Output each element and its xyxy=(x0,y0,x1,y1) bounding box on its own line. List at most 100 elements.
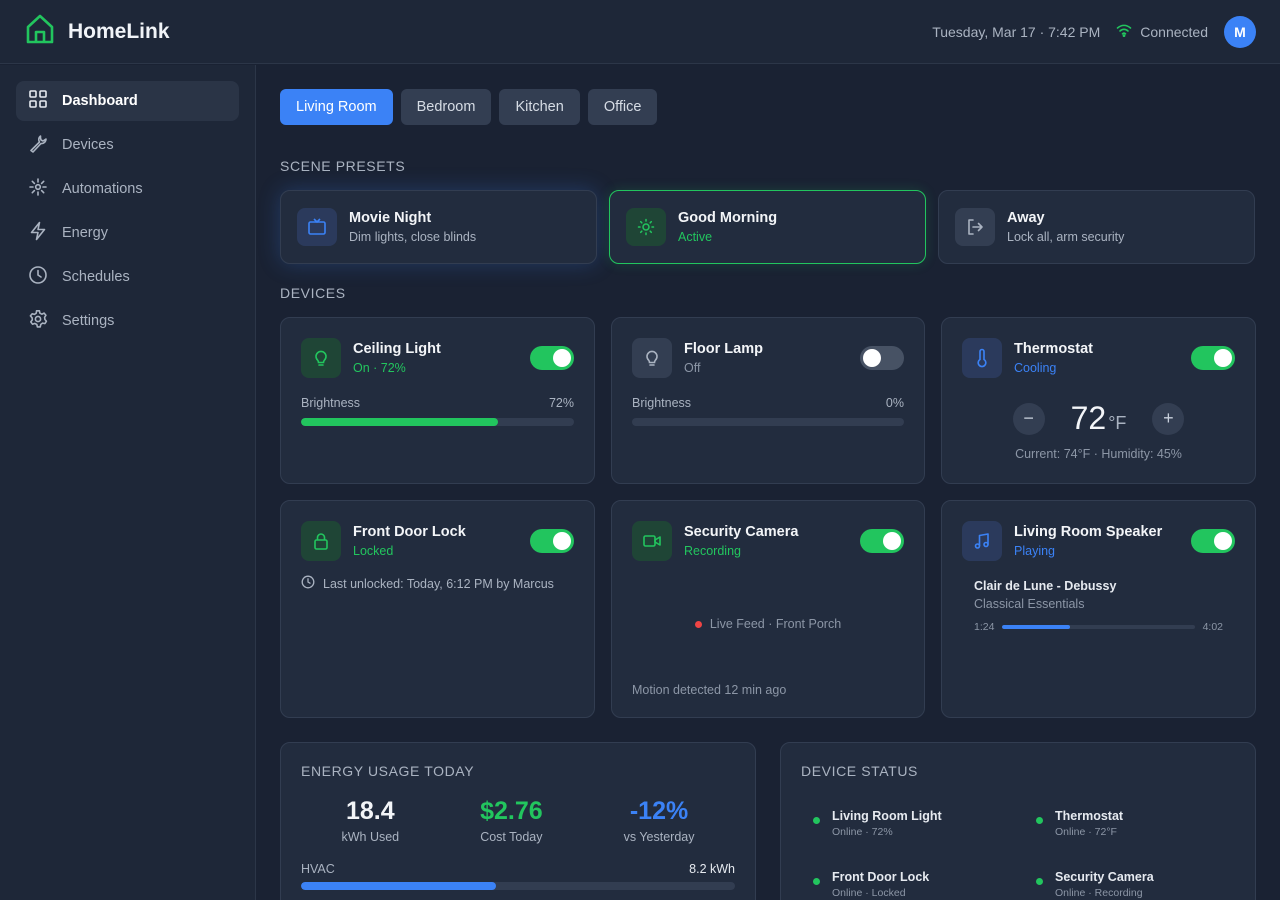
status-item-security-camera[interactable]: Security Camera Online · Recording xyxy=(1036,870,1236,899)
stat-label: kWh Used xyxy=(341,830,400,844)
logo[interactable]: HomeLink xyxy=(24,13,170,50)
sidebar-item-energy[interactable]: Energy xyxy=(16,213,239,253)
status-device-name: Thermostat xyxy=(1055,809,1124,823)
status-device-sub: Online · 72% xyxy=(832,826,893,838)
sun-icon xyxy=(626,208,666,246)
playback-progress[interactable] xyxy=(1002,625,1195,629)
last-unlocked-text: Last unlocked: Today, 6:12 PM by Marcus xyxy=(323,576,554,591)
tab-kitchen[interactable]: Kitchen xyxy=(499,89,580,125)
device-name: Front Door Lock xyxy=(353,524,466,540)
main-content: Living Room Bedroom Kitchen Office SCENE… xyxy=(256,65,1280,900)
brightness-label: Brightness xyxy=(632,396,692,410)
energy-usage-panel: ENERGY USAGE TODAY 18.4 kWh Used $2.76 C… xyxy=(280,742,756,900)
device-status-title: DEVICE STATUS xyxy=(801,763,918,779)
decrease-temp-button[interactable]: − xyxy=(1012,402,1045,435)
playback-progress-fill xyxy=(1002,625,1070,629)
status-device-name: Security Camera xyxy=(1055,870,1154,884)
stat-value: 18.4 xyxy=(345,797,395,825)
thermostat-toggle[interactable] xyxy=(1191,346,1235,370)
sidebar-item-automations[interactable]: Automations xyxy=(16,169,239,209)
device-name: Floor Lamp xyxy=(684,341,763,357)
brightness-label: Brightness xyxy=(301,396,361,410)
connection-status: Connected xyxy=(1116,23,1208,40)
video-camera-icon xyxy=(632,521,672,561)
stat-label: vs Yesterday xyxy=(623,830,695,844)
security-camera-toggle[interactable] xyxy=(860,529,904,553)
scene-away[interactable]: Away Lock all, arm security xyxy=(938,190,1255,264)
device-status-panel: DEVICE STATUS Living Room Light Online ·… xyxy=(780,742,1256,900)
tab-office[interactable]: Office xyxy=(587,89,658,125)
now-playing: Clair de Lune - Debussy Classical Essent… xyxy=(962,579,1235,633)
datetime: Tuesday, Mar 17 · 7:42 PM xyxy=(932,23,1101,40)
sidebar-item-dashboard[interactable]: Dashboard xyxy=(16,81,239,121)
sidebar-item-label: Dashboard xyxy=(62,93,138,109)
live-feed[interactable]: Live Feed · Front Porch xyxy=(612,617,924,631)
hvac-value: 8.2 kWh xyxy=(689,862,735,876)
device-card-thermostat[interactable]: Thermostat Cooling − 72 °F + Current: 74°… xyxy=(941,317,1256,484)
app-name: HomeLink xyxy=(68,19,170,43)
device-name: Security Camera xyxy=(684,524,799,540)
kwh-used-stat: 18.4 kWh Used xyxy=(341,797,399,844)
house-icon xyxy=(24,13,56,50)
device-name: Thermostat xyxy=(1014,341,1093,357)
speaker-toggle[interactable] xyxy=(1191,529,1235,553)
thermometer-icon xyxy=(962,338,1002,378)
device-grid: Ceiling Light On · 72% Brightness 72% Fl… xyxy=(280,317,1256,718)
tab-living-room[interactable]: Living Room xyxy=(280,89,393,125)
brightness-slider[interactable] xyxy=(301,418,574,426)
grid-icon xyxy=(28,89,48,113)
device-card-floor-lamp[interactable]: Floor Lamp Off Brightness 0% xyxy=(611,317,925,484)
scene-good-morning[interactable]: Good Morning Active xyxy=(609,190,926,264)
scene-active-badge: Active xyxy=(678,230,713,244)
connection-label: Connected xyxy=(1140,23,1208,40)
sparkle-icon xyxy=(28,177,48,201)
device-status: Locked xyxy=(353,544,394,558)
status-device-sub: Online · Locked xyxy=(832,887,906,899)
device-card-front-door-lock[interactable]: Front Door Lock Locked Last unlocked: To… xyxy=(280,500,595,718)
top-bar: HomeLink Tuesday, Mar 17 · 7:42 PM Conne… xyxy=(0,0,1280,64)
device-card-living-room-speaker[interactable]: Living Room Speaker Playing Clair de Lun… xyxy=(941,500,1256,718)
front-door-toggle[interactable] xyxy=(530,529,574,553)
scene-name: Movie Night xyxy=(349,210,432,226)
device-card-security-camera[interactable]: Security Camera Recording Live Feed · Fr… xyxy=(611,500,925,718)
thermostat-detail: Current: 74°F · Humidity: 45% xyxy=(1015,447,1182,461)
device-status: Off xyxy=(684,361,701,375)
sidebar-item-label: Schedules xyxy=(62,269,130,285)
status-device-sub: Online · 72°F xyxy=(1055,826,1117,838)
status-item-thermostat[interactable]: Thermostat Online · 72°F xyxy=(1036,809,1236,838)
sidebar-item-settings[interactable]: Settings xyxy=(16,301,239,341)
floor-lamp-toggle[interactable] xyxy=(860,346,904,370)
temperature-setpoint: 72 °F xyxy=(1070,400,1127,436)
sidebar-item-label: Automations xyxy=(62,181,143,197)
online-dot xyxy=(813,817,820,824)
motion-detected: Motion detected 12 min ago xyxy=(632,683,787,697)
devices-heading: DEVICES xyxy=(280,285,346,301)
scene-name: Good Morning xyxy=(678,210,778,226)
stat-value: $2.76 xyxy=(480,797,543,825)
bolt-icon xyxy=(28,221,48,245)
clock-icon xyxy=(28,265,48,289)
sidebar: Dashboard Devices Automations Energy Sch… xyxy=(0,65,256,900)
stat-label: Cost Today xyxy=(480,830,543,844)
device-card-ceiling-light[interactable]: Ceiling Light On · 72% Brightness 72% xyxy=(280,317,595,484)
scene-description: Dim lights, close blinds xyxy=(349,230,477,244)
song-title: Clair de Lune - Debussy xyxy=(974,579,1117,593)
status-item-living-room-light[interactable]: Living Room Light Online · 72% xyxy=(813,809,1036,838)
status-item-front-door-lock[interactable]: Front Door Lock Online · Locked xyxy=(813,870,1036,899)
ceiling-light-toggle[interactable] xyxy=(530,346,574,370)
scene-description: Lock all, arm security xyxy=(1007,230,1125,244)
sidebar-item-schedules[interactable]: Schedules xyxy=(16,257,239,297)
scene-movie-night[interactable]: Movie Night Dim lights, close blinds xyxy=(280,190,597,264)
clock-icon xyxy=(301,575,315,592)
increase-temp-button[interactable]: + xyxy=(1152,402,1185,435)
device-status: Cooling xyxy=(1014,361,1057,375)
album-name: Classical Essentials xyxy=(974,597,1085,611)
vs-yesterday-stat: -12% vs Yesterday xyxy=(624,797,695,844)
device-name: Living Room Speaker xyxy=(1014,524,1163,540)
lightbulb-icon xyxy=(632,338,672,378)
scene-presets-heading: SCENE PRESETS xyxy=(280,158,406,174)
sidebar-item-devices[interactable]: Devices xyxy=(16,125,239,165)
brightness-slider[interactable] xyxy=(632,418,904,426)
tab-bedroom[interactable]: Bedroom xyxy=(400,89,492,125)
avatar[interactable]: M xyxy=(1224,15,1256,48)
